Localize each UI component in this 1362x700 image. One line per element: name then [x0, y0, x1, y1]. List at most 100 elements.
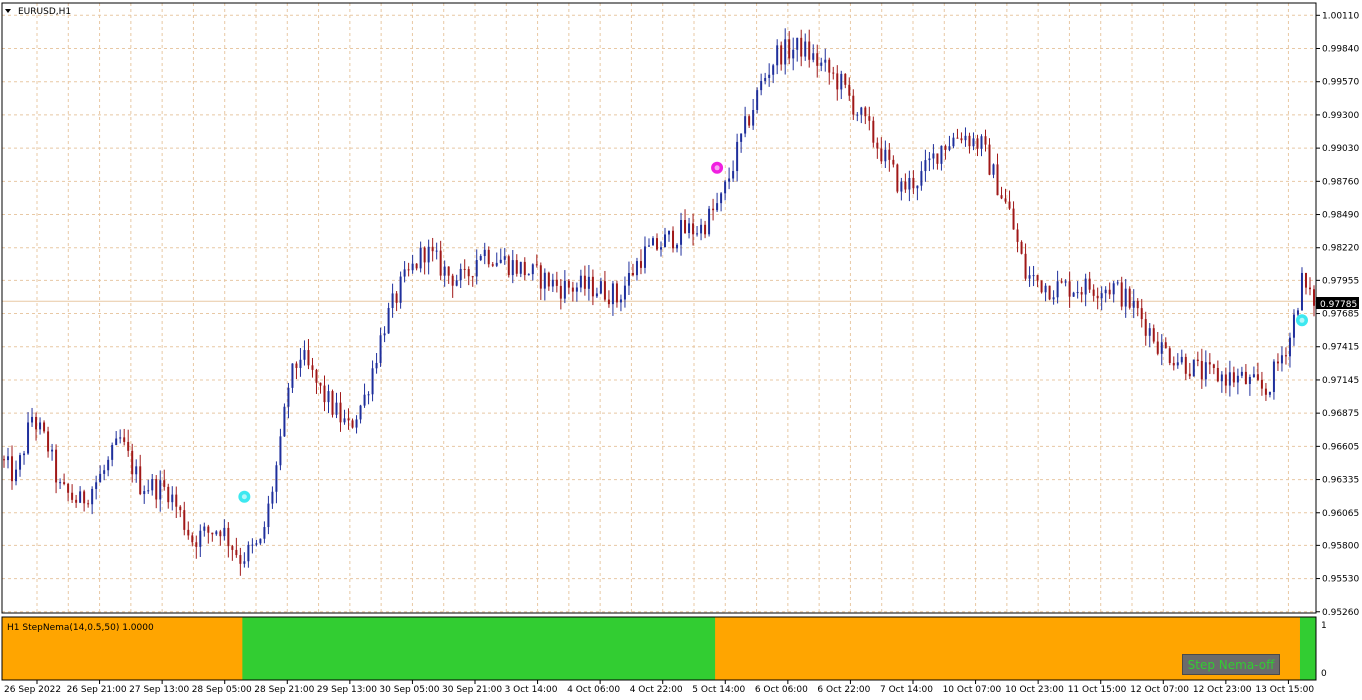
candle-body: [119, 437, 122, 439]
candle-body: [511, 260, 514, 276]
candle-body: [780, 45, 783, 65]
candle-body: [311, 365, 314, 370]
candle-body: [403, 269, 406, 277]
candle-body: [463, 268, 466, 270]
candle-body: [1180, 356, 1183, 363]
candle-body: [840, 73, 843, 90]
y-tick-label: 0.95260: [1322, 608, 1359, 618]
candle-body: [1012, 208, 1015, 230]
candle-body: [824, 59, 827, 63]
candle-body: [299, 359, 302, 368]
candle-body: [63, 482, 66, 484]
candle-body: [51, 449, 54, 452]
candle-body: [1016, 229, 1019, 242]
candle-body: [880, 148, 883, 162]
candle-body: [1236, 375, 1239, 383]
step-nema-toggle-button[interactable]: Step Nema-off: [1182, 654, 1280, 675]
x-tick-label: 30 Sep 21:00: [442, 685, 502, 695]
candle-body: [615, 283, 618, 303]
candle-body: [607, 299, 610, 305]
candle-body: [351, 420, 354, 428]
candle-body: [307, 350, 310, 366]
candle-body: [804, 41, 807, 57]
candle-body: [183, 510, 186, 530]
candle-body: [848, 84, 851, 96]
candle-body: [876, 142, 879, 149]
candle-body: [1044, 285, 1047, 293]
candle-body: [1000, 195, 1003, 199]
candle-body: [740, 133, 743, 142]
candle-body: [175, 494, 178, 507]
chart-menu-triangle-icon[interactable]: [5, 9, 11, 13]
candle-body: [1140, 308, 1143, 320]
candle-body: [151, 479, 154, 491]
candle-body: [844, 73, 847, 85]
candle-body: [1120, 282, 1123, 307]
candle-body: [335, 402, 338, 415]
candle-body: [1108, 289, 1111, 295]
candle-body: [639, 261, 642, 268]
y-tick-label: 0.97685: [1322, 310, 1359, 320]
candle-body: [716, 203, 719, 211]
candle-body: [583, 275, 586, 289]
chart-canvas: 1.00110 0.99840 0.99570 0.99300 0.99030 0.987…: [1, 2, 1359, 695]
candle-body: [1076, 292, 1079, 294]
candle-body: [451, 275, 454, 286]
candle-body: [884, 149, 887, 162]
candle-body: [808, 41, 811, 60]
candle-body: [563, 280, 566, 299]
candle-body: [1224, 374, 1227, 386]
x-tick-label: 5 Oct 14:00: [692, 685, 745, 695]
candle-body: [255, 543, 258, 545]
candle-body: [263, 527, 266, 539]
candle-body: [363, 394, 366, 406]
candle-body: [720, 193, 723, 204]
grid: [2, 3, 1316, 613]
candle-body: [692, 223, 695, 235]
candle-body: [1208, 362, 1211, 365]
candle-body: [551, 279, 554, 287]
candle-body: [1128, 288, 1131, 308]
candlestick-series: [3, 28, 1315, 576]
symbol-label[interactable]: EURUSD,H1: [18, 7, 71, 17]
candle-body: [1216, 367, 1219, 382]
candle-body: [1060, 281, 1063, 283]
candle-body: [1124, 288, 1127, 307]
candle-body: [676, 244, 679, 249]
signal-markers: [238, 161, 1308, 503]
candle-body: [643, 246, 646, 268]
candle-body: [611, 283, 614, 305]
candle-body: [700, 224, 703, 234]
candle-body: [1092, 289, 1095, 296]
candle-body: [587, 276, 590, 289]
candle-body: [479, 256, 482, 261]
candle-body: [75, 499, 78, 503]
candle-body: [772, 65, 775, 75]
candle-body: [215, 531, 218, 535]
x-tick-label: 12 Oct 07:00: [1130, 685, 1189, 695]
x-tick-label: 11 Oct 15:00: [1068, 685, 1127, 695]
candle-body: [1048, 285, 1051, 300]
candle-body: [23, 453, 26, 456]
candle-body: [3, 459, 6, 461]
candle-body: [571, 287, 574, 292]
candle-body: [1028, 275, 1031, 279]
candle-body: [291, 363, 294, 388]
candle-body: [431, 246, 434, 252]
candle-body: [1260, 379, 1263, 389]
candle-body: [980, 136, 983, 149]
y-tick-label: 0.99300: [1322, 111, 1359, 121]
candle-body: [487, 249, 490, 265]
candle-body: [95, 482, 98, 489]
candle-body: [447, 266, 450, 276]
candle-body: [1020, 241, 1023, 254]
buy-signal-marker-core: [241, 494, 247, 500]
x-tick-label: 28 Sep 05:00: [192, 685, 252, 695]
candle-body: [1184, 356, 1187, 374]
candle-body: [1264, 388, 1267, 395]
y-tick-label: 0.96875: [1322, 409, 1359, 419]
candle-body: [1056, 281, 1059, 298]
candle-body: [427, 246, 430, 263]
candle-body: [1296, 310, 1299, 315]
candle-body: [99, 473, 102, 483]
